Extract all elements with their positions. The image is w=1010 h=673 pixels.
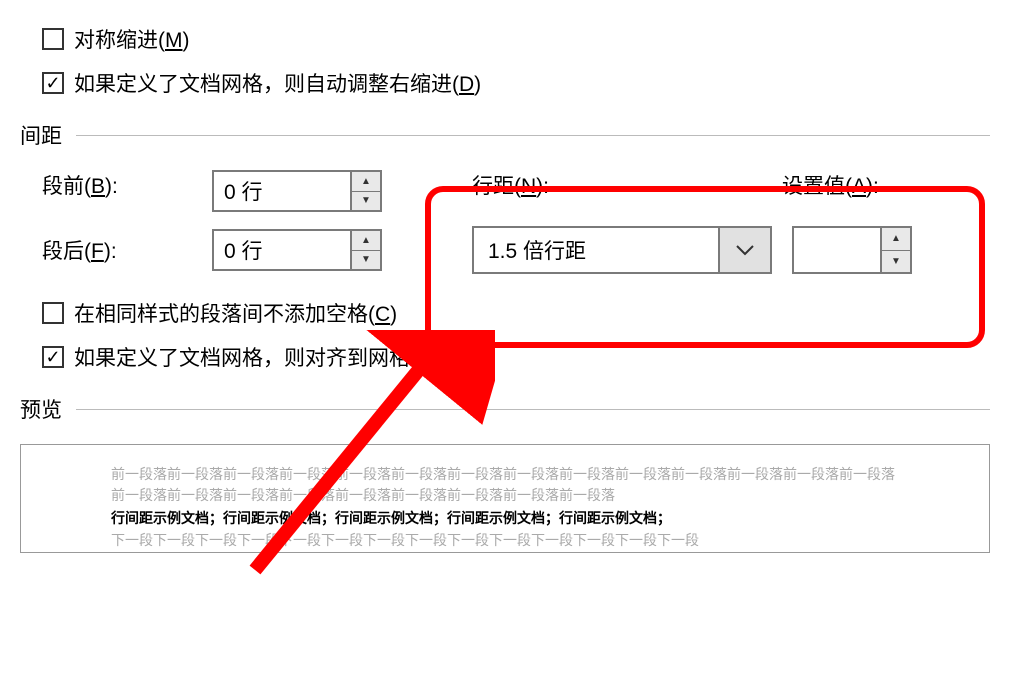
after-value[interactable]: 0 行 <box>214 231 350 269</box>
autogrid-indent-label: 如果定义了文档网格，则自动调整右缩进(D) <box>74 68 481 98</box>
mirror-indent-row[interactable]: 对称缩进(M) <box>42 24 990 54</box>
autogrid-indent-row[interactable]: 如果定义了文档网格，则自动调整右缩进(D) <box>42 68 990 98</box>
line-spacing-label: 行距(N): <box>472 170 782 212</box>
nospace-label: 在相同样式的段落间不添加空格(C) <box>74 298 397 328</box>
spacing-header: 间距 <box>20 120 990 150</box>
before-label: 段前(B): <box>42 170 212 212</box>
after-spinner[interactable]: 0 行 ▲▼ <box>212 229 382 271</box>
after-down-button[interactable]: ▼ <box>352 251 380 270</box>
setat-label: 设置值(A): <box>782 170 1010 212</box>
line-spacing-value[interactable]: 1.5 倍行距 <box>474 228 718 272</box>
setat-value[interactable] <box>794 228 880 272</box>
before-value[interactable]: 0 行 <box>214 172 350 210</box>
nospace-row[interactable]: 在相同样式的段落间不添加空格(C) <box>42 298 990 328</box>
preview-header: 预览 <box>20 394 990 424</box>
mirror-indent-checkbox[interactable] <box>42 28 64 50</box>
before-up-button[interactable]: ▲ <box>352 172 380 192</box>
preview-prev-paragraph: 前一段落前一段落前一段落前一段落前一段落前一段落前一段落前一段落前一段落前一段落… <box>111 465 899 507</box>
snap-label: 如果定义了文档网格，则对齐到网格(W) <box>74 342 444 372</box>
preview-sample-text: 行间距示例文档；行间距示例文档；行间距示例文档；行间距示例文档；行间距示例文档； <box>111 509 899 531</box>
preview-next-paragraph: 下一段下一段下一段下一段下一段下一段下一段下一段下一段下一段下一段下一段下一段下… <box>111 531 899 552</box>
dropdown-arrow-icon[interactable] <box>718 228 770 272</box>
before-spinner[interactable]: 0 行 ▲▼ <box>212 170 382 212</box>
snap-row[interactable]: 如果定义了文档网格，则对齐到网格(W) <box>42 342 990 372</box>
autogrid-indent-checkbox[interactable] <box>42 72 64 94</box>
before-down-button[interactable]: ▼ <box>352 192 380 211</box>
nospace-checkbox[interactable] <box>42 302 64 324</box>
line-spacing-dropdown[interactable]: 1.5 倍行距 <box>472 226 772 274</box>
setat-up-button[interactable]: ▲ <box>882 228 910 251</box>
snap-checkbox[interactable] <box>42 346 64 368</box>
mirror-indent-label: 对称缩进(M) <box>74 24 190 54</box>
setat-down-button[interactable]: ▼ <box>882 251 910 273</box>
after-up-button[interactable]: ▲ <box>352 231 380 251</box>
preview-panel: 前一段落前一段落前一段落前一段落前一段落前一段落前一段落前一段落前一段落前一段落… <box>20 444 990 553</box>
setat-spinner[interactable]: ▲▼ <box>792 226 912 274</box>
after-label: 段后(F): <box>42 235 212 265</box>
